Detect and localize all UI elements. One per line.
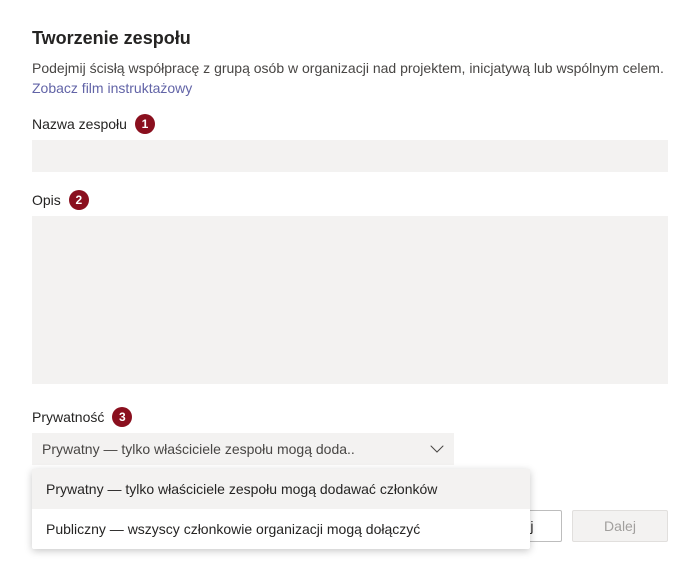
privacy-select[interactable]: Prywatny — tylko właściciele zespołu mog… bbox=[32, 433, 454, 465]
watch-video-link[interactable]: Zobacz film instruktażowy bbox=[32, 80, 192, 96]
next-button: Dalej bbox=[572, 510, 668, 542]
description-label: Opis bbox=[32, 192, 61, 208]
step-badge-2: 2 bbox=[69, 190, 89, 210]
privacy-label: Prywatność bbox=[32, 409, 104, 425]
chevron-down-icon bbox=[430, 442, 444, 456]
privacy-selected-text: Prywatny — tylko właściciele zespołu mog… bbox=[42, 441, 355, 457]
dialog-title: Tworzenie zespołu bbox=[32, 28, 668, 49]
step-badge-3: 3 bbox=[112, 407, 132, 427]
privacy-option-public[interactable]: Publiczny — wszyscy członkowie organizac… bbox=[32, 509, 530, 549]
description-input[interactable] bbox=[32, 216, 668, 384]
step-badge-1: 1 bbox=[135, 114, 155, 134]
team-name-label: Nazwa zespołu bbox=[32, 116, 127, 132]
team-name-input[interactable] bbox=[32, 140, 668, 172]
privacy-option-private[interactable]: Prywatny — tylko właściciele zespołu mog… bbox=[32, 469, 530, 509]
privacy-dropdown: Prywatny — tylko właściciele zespołu mog… bbox=[32, 469, 530, 549]
dialog-subtitle: Podejmij ścisłą współpracę z grupą osób … bbox=[32, 59, 668, 78]
